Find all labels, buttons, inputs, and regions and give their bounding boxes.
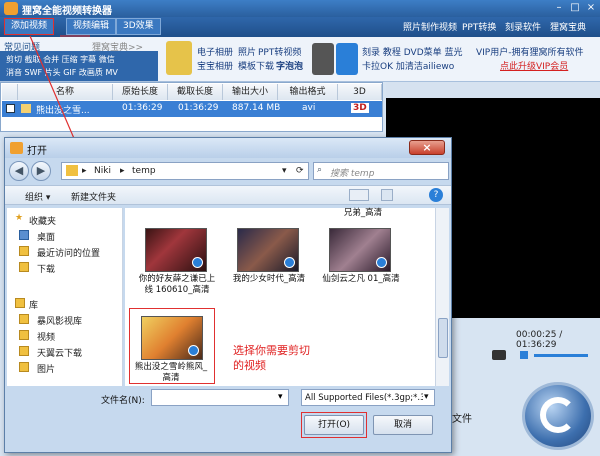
dialog-title: 打开	[27, 146, 47, 157]
downloads-icon	[19, 262, 29, 272]
annotation-text: 选择你需要剪切的视频	[233, 344, 310, 372]
nav-recent[interactable]: 最近访问的位置	[7, 244, 121, 259]
selection-highlight	[129, 308, 215, 384]
nav-desktop[interactable]: 桌面	[7, 228, 121, 243]
play-icon	[284, 257, 295, 268]
desktop-icon	[19, 230, 29, 240]
nav-tianyi[interactable]: 天翼云下载	[7, 344, 121, 359]
play-icon	[192, 257, 203, 268]
nav-downloads[interactable]: 下载	[7, 260, 121, 275]
preview-pane-icon[interactable]	[381, 189, 393, 201]
organize-button[interactable]: 组织 ▾	[25, 190, 50, 203]
folder-icon	[66, 165, 78, 176]
dialog-toolbar: 组织 ▾ 新建文件夹 ?	[5, 185, 451, 205]
videos-icon	[19, 330, 29, 340]
nav-pane: ★ 收藏夹 桌面 最近访问的位置 下载 库 暴风影视库 视频 天翼云下载 图片	[7, 208, 123, 386]
filename-input[interactable]: ▾	[151, 389, 289, 406]
new-folder-button[interactable]: 新建文件夹	[71, 190, 116, 203]
nav-library-label: 库	[29, 301, 39, 311]
storm-library-icon	[19, 314, 29, 324]
dialog-app-icon	[10, 142, 23, 154]
open-button-highlight	[301, 412, 367, 438]
video-thumbnail	[145, 228, 207, 272]
search-icon: ⌕	[317, 165, 323, 175]
breadcrumb-temp[interactable]: temp	[132, 166, 156, 176]
filetype-dropdown-icon[interactable]: ▾	[424, 392, 542, 402]
video-thumbnail	[237, 228, 299, 272]
file-caption: 我的少女时代_高清	[232, 274, 306, 284]
play-icon	[376, 257, 387, 268]
filename-dropdown-icon[interactable]: ▾	[278, 392, 283, 402]
filename-label: 文件名(N):	[101, 396, 145, 406]
nav-favorites-label: 收藏夹	[29, 217, 57, 227]
file-caption: 兄弟_高清	[343, 208, 383, 218]
search-input[interactable]: ⌕ 搜索 temp	[313, 162, 449, 180]
video-thumbnail	[329, 228, 391, 272]
breadcrumb-sep: ▸	[82, 166, 87, 176]
nav-storm-label: 暴风影视库	[37, 317, 83, 327]
scrollbar-thumb[interactable]	[438, 318, 448, 358]
star-icon: ★	[15, 213, 24, 223]
nav-desktop-label: 桌面	[37, 233, 56, 243]
address-dropdown-icon[interactable]: ▾	[282, 166, 287, 176]
nav-row: ◀ ▶ ▸ Niki ▸ temp ▾ ⟳ ⌕ 搜索 temp	[5, 158, 451, 184]
cloud-download-icon	[19, 346, 29, 356]
nav-favorites[interactable]: ★ 收藏夹	[7, 212, 121, 227]
breadcrumb-niki[interactable]: Niki	[94, 166, 111, 176]
nav-recent-label: 最近访问的位置	[37, 249, 101, 259]
nav-videos-label: 视频	[37, 333, 56, 343]
filetype-value: All Supported Files(*.3gp;*.3	[305, 393, 423, 403]
recent-places-icon	[19, 246, 29, 256]
cancel-button[interactable]: 取消	[373, 415, 433, 435]
breadcrumb-sep: ▸	[120, 166, 125, 176]
search-placeholder: 搜索 temp	[330, 169, 375, 179]
dialog-title-bar: 打开 ×	[5, 138, 451, 158]
nav-pictures-label: 图片	[37, 365, 56, 375]
nav-tianyi-label: 天翼云下载	[37, 349, 83, 359]
refresh-arrow-icon[interactable]: ⟳	[296, 166, 304, 176]
filetype-select[interactable]: All Supported Files(*.3gp;*.3 ▾	[301, 389, 435, 406]
back-arrow-icon[interactable]: ◀	[9, 161, 29, 181]
forward-arrow-icon[interactable]: ▶	[31, 161, 51, 181]
library-icon	[15, 298, 25, 308]
vertical-scrollbar[interactable]	[435, 208, 449, 386]
open-dialog: 打开 × ◀ ▶ ▸ Niki ▸ temp ▾ ⟳ ⌕ 搜索 temp 组织 …	[4, 137, 452, 453]
view-options-icon[interactable]	[349, 189, 369, 201]
nav-videos[interactable]: 视频	[7, 328, 121, 343]
file-caption: 你的好友薛之谦已上线 160610_高清	[138, 274, 216, 295]
dialog-close-button[interactable]: ×	[409, 140, 445, 155]
nav-downloads-label: 下载	[37, 265, 56, 275]
nav-pictures[interactable]: 图片	[7, 360, 121, 375]
pictures-icon	[19, 362, 29, 372]
nav-library[interactable]: 库	[7, 296, 121, 311]
address-bar[interactable]: ▸ Niki ▸ temp ▾ ⟳	[61, 162, 309, 180]
file-caption: 仙剑云之凡 01_高清	[322, 274, 400, 284]
help-icon[interactable]: ?	[429, 188, 443, 202]
nav-storm-library[interactable]: 暴风影视库	[7, 312, 121, 327]
